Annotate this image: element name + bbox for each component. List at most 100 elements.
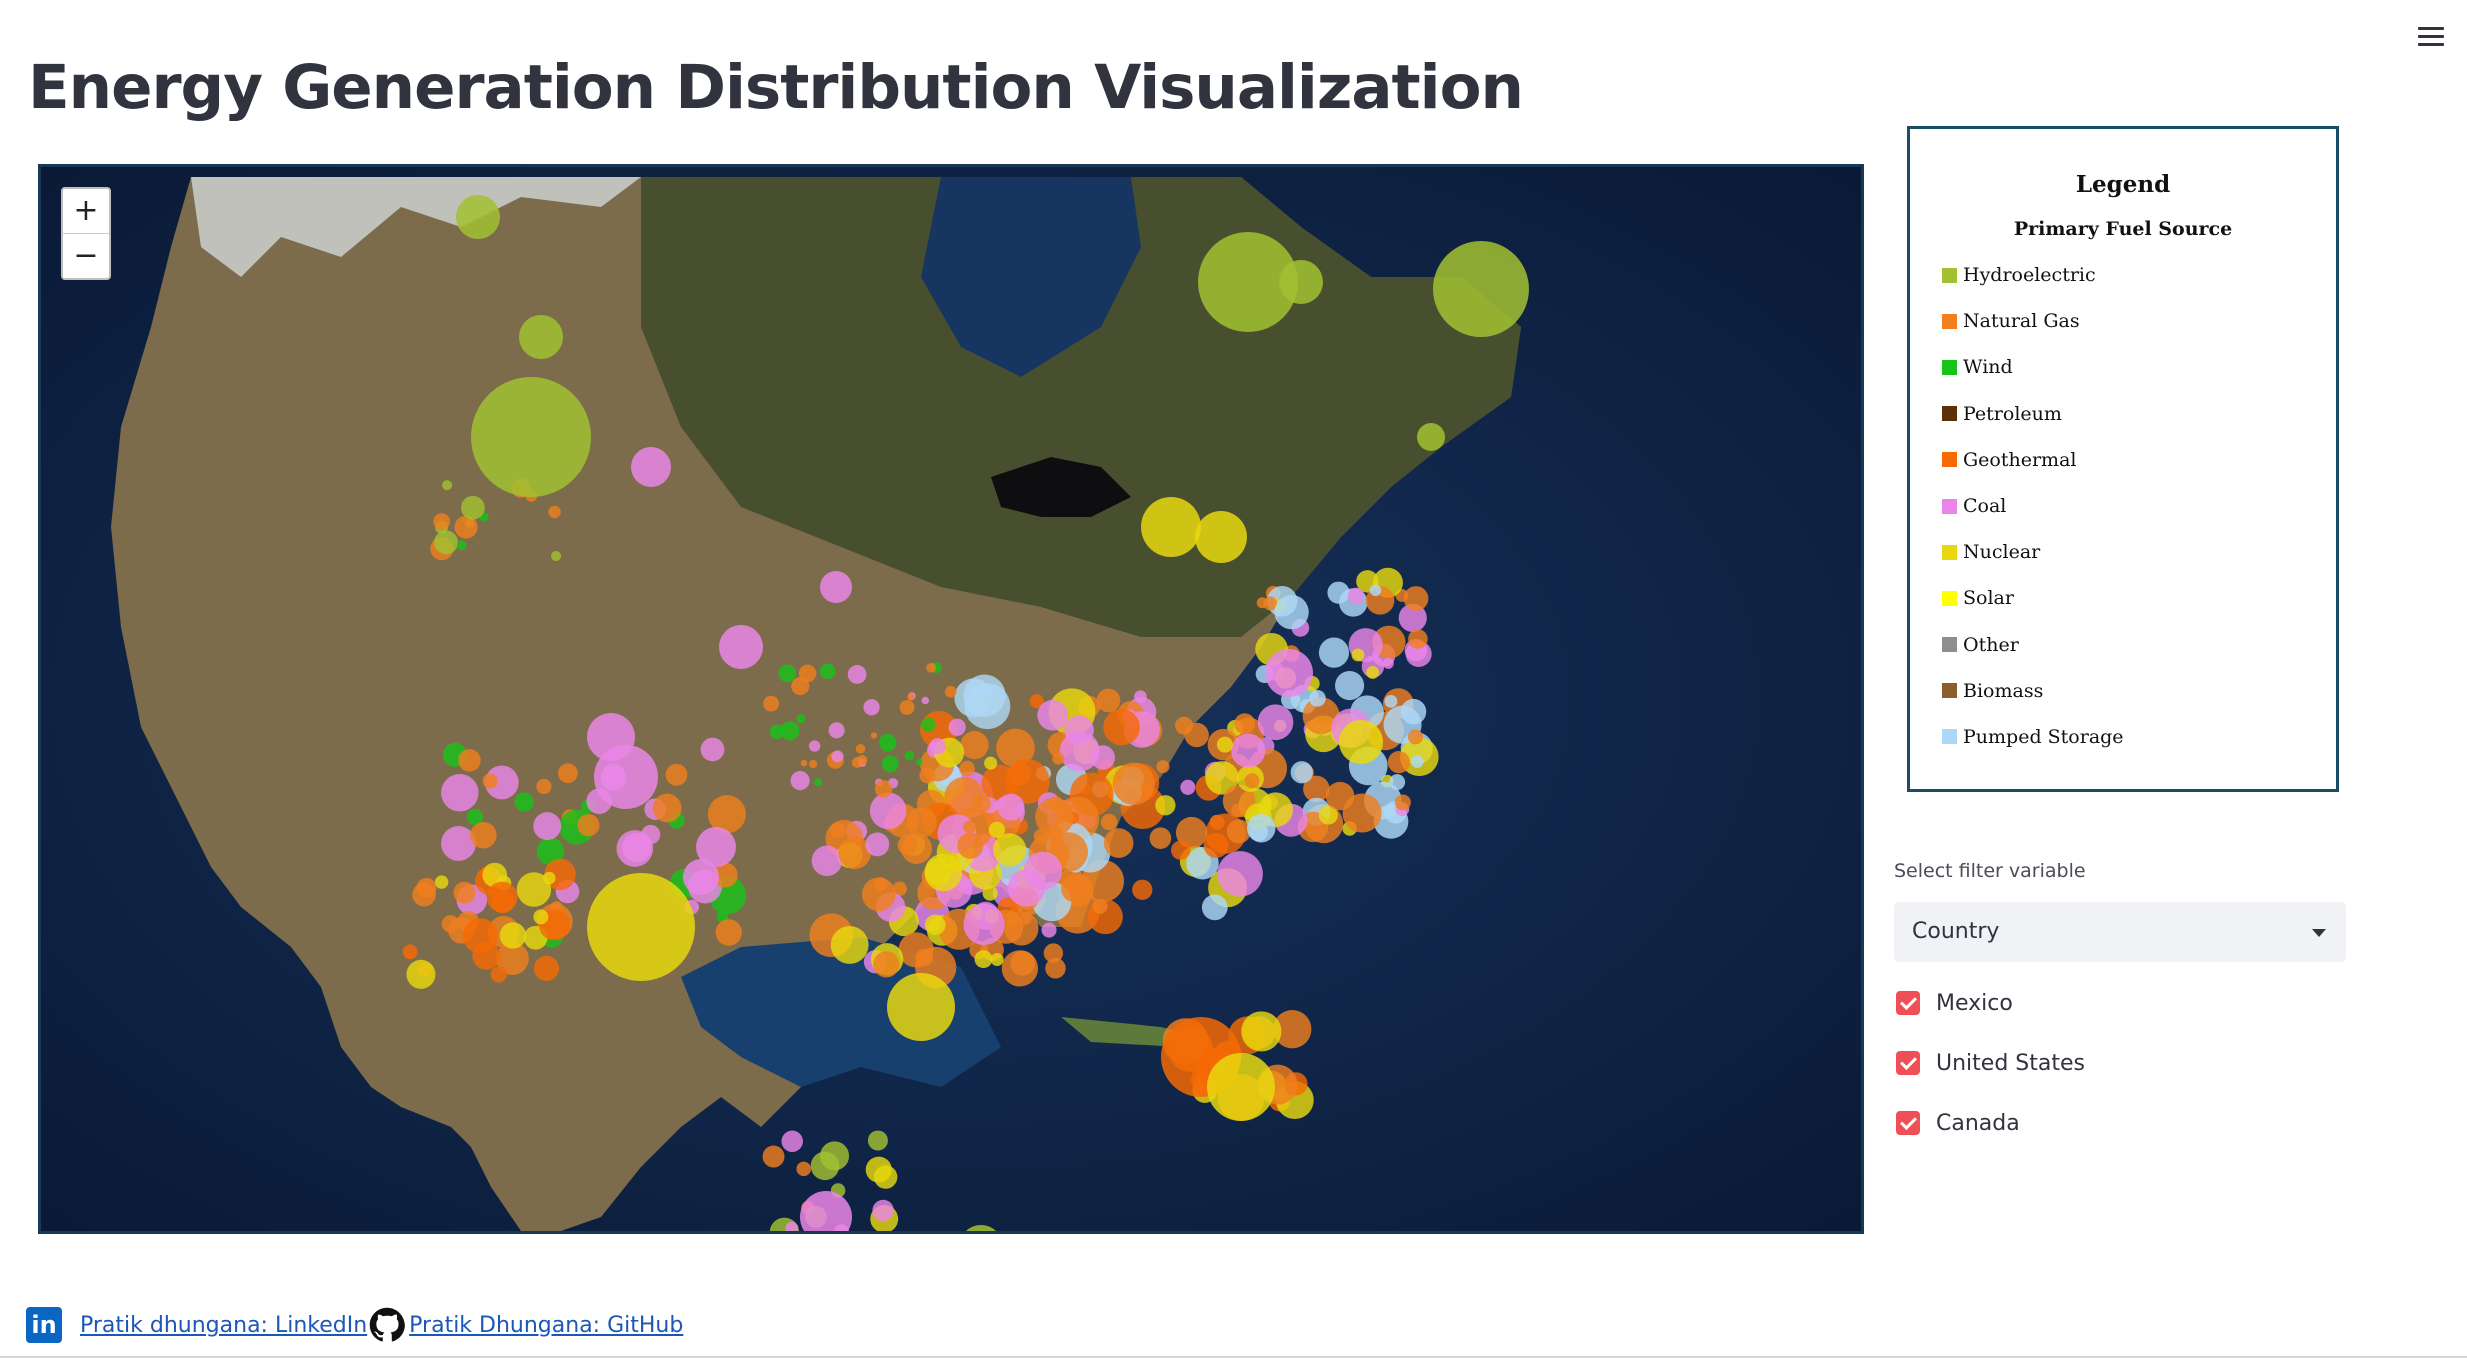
plant-marker	[921, 717, 936, 732]
map-container[interactable]: + −	[38, 164, 1864, 1234]
plant-marker	[1403, 586, 1429, 611]
plant-marker	[406, 959, 436, 989]
plant-marker	[1257, 704, 1294, 741]
plant-marker	[1141, 497, 1201, 557]
plant-marker	[1351, 648, 1365, 662]
main-menu-button[interactable]	[2414, 22, 2448, 48]
plant-marker	[899, 699, 915, 715]
footer-links: in Pratik dhungana: LinkedIn Pratik Dhun…	[26, 1305, 683, 1345]
plant-marker	[1037, 699, 1069, 731]
plant-marker	[1417, 423, 1445, 451]
plant-marker	[456, 540, 467, 551]
plant-marker	[811, 845, 843, 877]
legend-swatch	[1942, 590, 1957, 606]
legend-label: Coal	[1963, 495, 2007, 518]
plant-marker	[458, 749, 481, 772]
plant-marker	[1410, 755, 1424, 768]
plant-marker	[665, 763, 688, 786]
zoom-out-button[interactable]: −	[63, 233, 109, 278]
plant-marker	[516, 872, 552, 907]
plant-marker	[924, 914, 946, 936]
plant-marker	[873, 951, 900, 978]
legend-item-petroleum: Petroleum	[1942, 391, 2336, 437]
checkbox-canada[interactable]: Canada	[1896, 1107, 2020, 1139]
legend-list: Hydroelectric Natural Gas Wind Petroleum…	[1910, 252, 2336, 760]
checkbox-checked-icon[interactable]	[1896, 991, 1920, 1015]
plant-marker	[1216, 736, 1233, 753]
legend-label: Natural Gas	[1963, 310, 2080, 333]
plant-marker	[622, 832, 652, 863]
plant-marker	[831, 750, 844, 763]
legend-label: Solar	[1963, 587, 2014, 610]
plant-marker	[472, 942, 501, 970]
plant-marker	[796, 714, 806, 724]
plant-marker	[1318, 637, 1350, 668]
plant-marker	[1274, 594, 1309, 630]
plant-marker	[486, 881, 518, 913]
plant-marker	[499, 922, 527, 949]
legend-label: Biomass	[1963, 679, 2044, 702]
plant-marker	[1347, 587, 1365, 605]
plant-marker	[700, 737, 725, 762]
plant-marker	[1217, 851, 1263, 897]
plant-marker	[1103, 828, 1134, 858]
plant-marker	[867, 1130, 888, 1151]
filter-selected-value: Country	[1912, 919, 2000, 944]
plant-marker	[1433, 241, 1529, 337]
legend-swatch	[1942, 359, 1957, 375]
plant-marker	[441, 915, 460, 933]
plant-marker	[778, 664, 797, 683]
plant-marker	[533, 909, 549, 925]
checkbox-united-states[interactable]: United States	[1896, 1047, 2085, 1079]
zoom-control: + −	[61, 187, 111, 280]
github-icon[interactable]	[369, 1307, 406, 1343]
plant-marker	[921, 696, 930, 705]
plant-marker	[1010, 950, 1036, 976]
legend-item-pumped-storage: Pumped Storage	[1942, 714, 2336, 760]
zoom-in-button[interactable]: +	[63, 189, 109, 233]
plant-marker	[1195, 511, 1247, 563]
plant-marker	[1231, 733, 1266, 768]
plant-marker	[719, 625, 763, 669]
checkbox-checked-icon[interactable]	[1896, 1051, 1920, 1075]
legend-swatch	[1942, 452, 1957, 468]
plant-marker	[470, 821, 497, 849]
plant-marker	[1241, 1011, 1282, 1052]
plant-marker	[715, 919, 742, 946]
plant-marker	[974, 950, 993, 969]
legend-item-solar: Solar	[1942, 575, 2336, 621]
legend-item-hydroelectric: Hydroelectric	[1942, 252, 2336, 298]
plant-marker	[558, 763, 578, 784]
plant-marker	[482, 773, 498, 789]
plant-marker	[1201, 894, 1228, 921]
linkedin-link[interactable]: Pratik dhungana: LinkedIn	[80, 1313, 367, 1338]
map-canvas[interactable]	[41, 167, 1861, 1231]
checkbox-checked-icon[interactable]	[1896, 1111, 1920, 1135]
plant-marker	[904, 750, 915, 761]
legend-swatch	[1942, 406, 1957, 422]
plant-marker	[1339, 720, 1383, 764]
plant-marker	[957, 832, 984, 859]
plant-marker	[587, 713, 635, 761]
checkbox-mexico[interactable]: Mexico	[1896, 987, 2013, 1019]
plant-marker	[490, 966, 507, 983]
plant-marker	[954, 678, 994, 718]
plant-marker	[861, 877, 896, 912]
plant-marker	[1046, 824, 1063, 841]
plant-marker	[1203, 833, 1229, 858]
linkedin-icon[interactable]: in	[26, 1307, 62, 1343]
plant-marker	[1170, 840, 1191, 860]
plant-marker	[984, 756, 998, 770]
plant-marker	[865, 1156, 892, 1183]
plant-marker	[963, 903, 1005, 946]
plant-marker	[870, 732, 878, 739]
github-link[interactable]: Pratik Dhungana: GitHub	[409, 1313, 683, 1338]
plant-marker	[587, 873, 695, 981]
plant-marker	[1327, 581, 1350, 604]
legend-label: Petroleum	[1963, 402, 2062, 425]
legend-item-natural-gas: Natural Gas	[1942, 298, 2336, 344]
plant-marker	[434, 875, 449, 889]
plant-marker	[1134, 690, 1147, 704]
legend-label: Pumped Storage	[1963, 725, 2124, 748]
filter-variable-select[interactable]: Country	[1894, 902, 2346, 962]
